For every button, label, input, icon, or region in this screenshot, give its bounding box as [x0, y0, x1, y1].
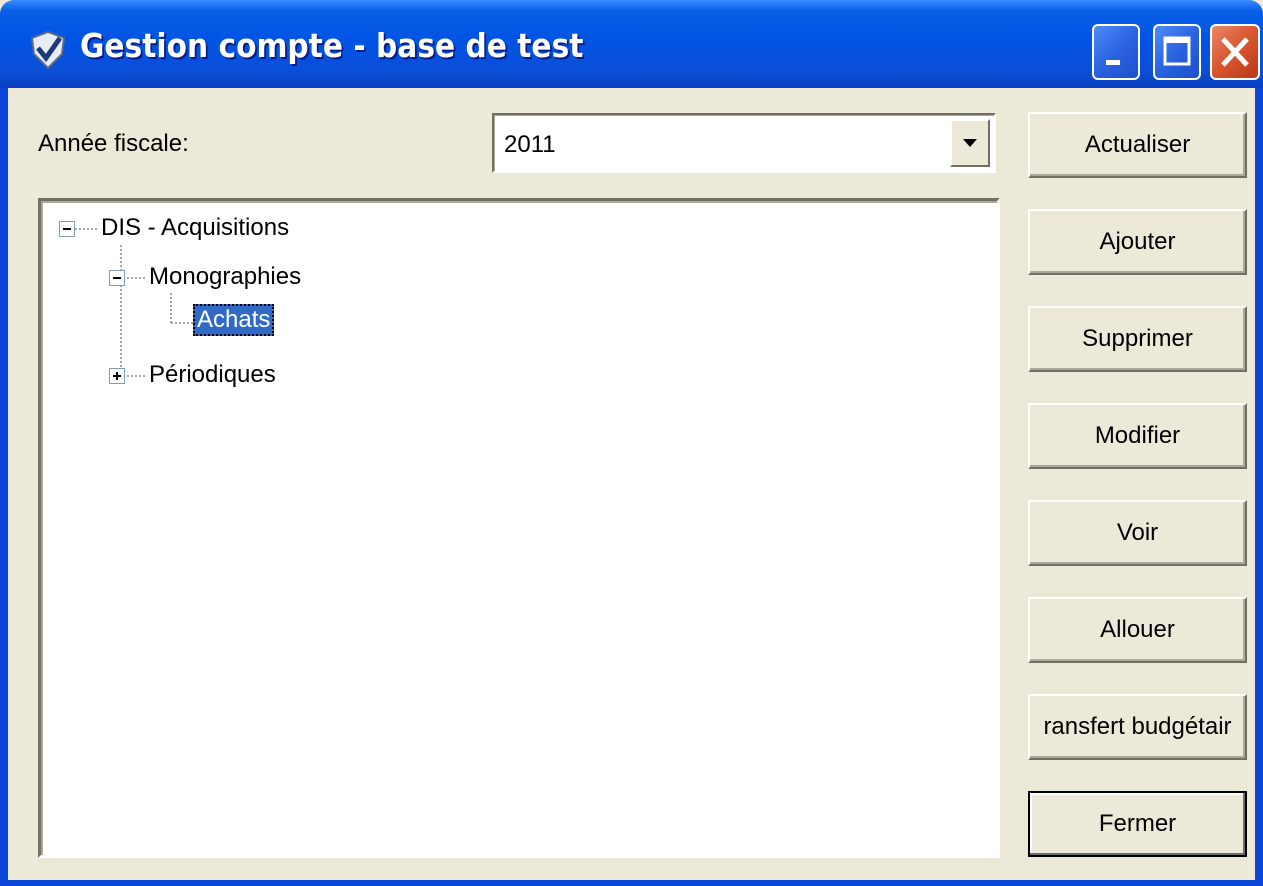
title-bar[interactable]: Gestion compte - base de test: [0, 0, 1263, 88]
tree-node-collapse-toggle[interactable]: [59, 221, 75, 237]
fiscal-year-label: Année fiscale:: [38, 130, 189, 157]
plus-icon: [113, 372, 121, 380]
minimize-button[interactable]: [1092, 24, 1140, 80]
window-title: Gestion compte - base de test: [80, 26, 584, 65]
tree-node-achats[interactable]: Achats: [193, 304, 275, 336]
chevron-down-icon: [963, 139, 977, 147]
window-frame-right: [1255, 88, 1263, 886]
dropdown-button[interactable]: [950, 119, 990, 167]
window-frame-left: [0, 88, 8, 886]
tree-connector-lines: [75, 228, 193, 377]
app-window: Gestion compte - base de test Année fisc…: [0, 0, 1263, 886]
account-tree[interactable]: DIS - Acquisitions Monographies Achats P…: [38, 198, 1000, 858]
minimize-icon: [1106, 60, 1120, 65]
checkmark-shield-icon: [30, 30, 66, 70]
add-button[interactable]: Ajouter: [1028, 209, 1247, 275]
maximize-icon: [1163, 36, 1191, 66]
minus-icon: [63, 228, 71, 230]
allocate-button[interactable]: Allouer: [1028, 597, 1247, 663]
minus-icon: [113, 277, 121, 279]
close-dialog-button[interactable]: Fermer: [1028, 791, 1247, 857]
refresh-button[interactable]: Actualiser: [1028, 112, 1247, 178]
tree-node-periodiques[interactable]: Périodiques: [149, 361, 276, 389]
view-button[interactable]: Voir: [1028, 500, 1247, 566]
budget-transfer-button[interactable]: ransfert budgétair: [1028, 694, 1247, 760]
fiscal-year-select[interactable]: 2011: [492, 113, 996, 173]
tree-node-monographies[interactable]: Monographies: [149, 263, 301, 291]
fiscal-year-value: 2011: [504, 131, 556, 158]
edit-button[interactable]: Modifier: [1028, 403, 1247, 469]
tree-node-dis-acquisitions[interactable]: DIS - Acquisitions: [101, 214, 289, 242]
tree-node-collapse-toggle[interactable]: [109, 270, 125, 286]
close-button[interactable]: [1210, 24, 1260, 80]
maximize-button[interactable]: [1153, 24, 1201, 80]
window-frame-bottom: [0, 880, 1263, 886]
close-icon: [1221, 37, 1249, 67]
tree-node-expand-toggle[interactable]: [109, 368, 125, 384]
delete-button[interactable]: Supprimer: [1028, 306, 1247, 372]
